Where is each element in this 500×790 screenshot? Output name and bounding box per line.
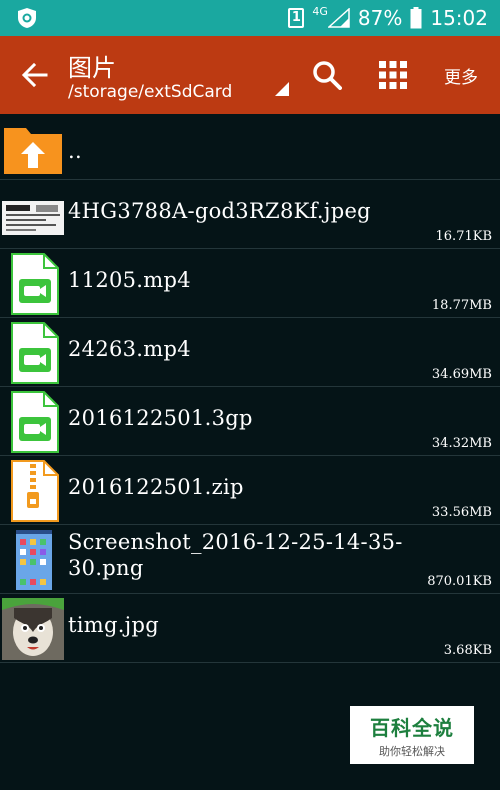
file-name: 2016122501.zip — [68, 475, 244, 499]
signal-icon — [327, 8, 350, 28]
shield-icon — [18, 8, 36, 28]
more-menu-button[interactable]: 更多 — [444, 63, 478, 88]
path-dropdown-icon[interactable] — [275, 82, 289, 96]
file-name: 11205.mp4 — [68, 268, 191, 292]
video-file-icon — [11, 322, 59, 384]
video-file-icon — [11, 253, 59, 315]
folder-up-icon — [4, 128, 62, 174]
watermark-logo: 百科全说 助你轻松解决 — [350, 706, 474, 764]
battery-percent: 87% — [357, 6, 403, 30]
file-name: .. — [68, 139, 82, 163]
file-size: 3.68KB — [443, 643, 492, 658]
list-item-file[interactable]: 2016122501.zip 33.56MB — [0, 456, 500, 525]
video-file-icon — [11, 391, 59, 453]
file-name: 4HG3788A-god3RZ8Kf.jpeg — [68, 199, 371, 223]
status-indicators: 1 4G 87% 15:02 — [288, 0, 488, 36]
file-size: 16.71KB — [435, 229, 492, 244]
grid-view-icon[interactable] — [378, 60, 408, 90]
app-bar: 图片 /storage/extSdCard 更多 — [0, 36, 500, 114]
file-name: Screenshot_2016-12-25-14-35-30.png — [68, 530, 403, 580]
dog-photo-thumbnail — [2, 598, 64, 660]
page-title: 图片 — [68, 54, 116, 82]
sim-icon: 1 — [288, 8, 305, 28]
file-size: 34.32MB — [431, 436, 492, 451]
list-item-file[interactable]: 24263.mp4 34.69MB — [0, 318, 500, 387]
list-item-file[interactable]: Screenshot_2016-12-25-14-35-30.png 870.0… — [0, 525, 500, 594]
file-size: 870.01KB — [427, 574, 492, 589]
list-item-file[interactable]: 4HG3788A-god3RZ8Kf.jpeg 16.71KB — [0, 180, 500, 249]
file-size: 18.77MB — [431, 298, 492, 313]
file-size: 34.69MB — [431, 367, 492, 382]
clock: 15:02 — [430, 6, 488, 30]
network-type: 4G — [312, 4, 328, 18]
file-size: 33.56MB — [431, 505, 492, 520]
screenshot-thumbnail — [16, 530, 52, 590]
list-item-parent-folder[interactable]: .. — [0, 114, 500, 180]
battery-icon — [410, 7, 422, 29]
image-thumbnail — [2, 201, 64, 235]
file-name: 24263.mp4 — [68, 337, 191, 361]
watermark-subtitle: 助你轻松解决 — [379, 745, 445, 758]
list-item-file[interactable]: 11205.mp4 18.77MB — [0, 249, 500, 318]
back-arrow-icon[interactable] — [20, 60, 50, 90]
zip-file-icon — [11, 460, 59, 522]
search-icon[interactable] — [312, 60, 342, 90]
file-name: timg.jpg — [68, 613, 159, 637]
list-item-file[interactable]: timg.jpg 3.68KB — [0, 594, 500, 663]
list-item-file[interactable]: 2016122501.3gp 34.32MB — [0, 387, 500, 456]
file-name: 2016122501.3gp — [68, 406, 253, 430]
status-bar: 1 4G 87% 15:02 — [0, 0, 500, 36]
watermark-title: 百科全说 — [370, 716, 454, 740]
current-path[interactable]: /storage/extSdCard — [68, 82, 232, 102]
file-list: .. 4HG3788A-god3RZ8Kf.jpeg 16.71KB 11205… — [0, 114, 500, 663]
